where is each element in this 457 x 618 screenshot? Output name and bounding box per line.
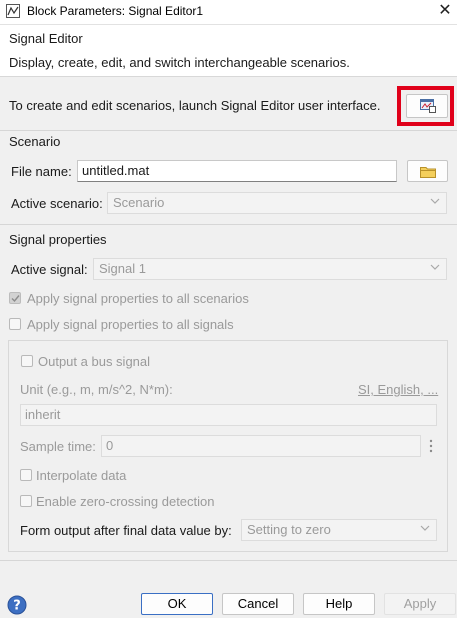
cancel-button[interactable]: Cancel [222,593,294,615]
chevron-down-icon [430,264,440,270]
browse-file-button[interactable] [407,160,448,182]
active-signal-label: Active signal: [11,262,88,277]
apply-all-scenarios-label: Apply signal properties to all scenarios [27,291,249,306]
scenario-section-title: Scenario [9,134,61,149]
window-title: Block Parameters: Signal Editor1 [27,4,204,18]
active-scenario-dropdown[interactable]: Scenario [107,192,447,214]
zero-crossing-label: Enable zero-crossing detection [36,494,215,509]
svg-text:?: ? [13,599,21,614]
checkmark-icon [11,295,20,303]
interpolate-checkbox[interactable] [20,469,32,481]
apply-all-signals-checkbox[interactable] [9,318,21,330]
zero-crossing-checkbox[interactable] [20,495,32,507]
file-name-label: File name: [11,164,72,179]
form-output-dropdown[interactable]: Setting to zero [241,519,437,541]
close-icon[interactable]: ✕ [436,2,454,20]
unit-input[interactable]: inherit [20,404,437,426]
unit-system-link[interactable]: SI, English, ... [358,382,438,397]
apply-all-signals-label: Apply signal properties to all signals [27,317,234,332]
help-button[interactable]: Help [303,593,375,615]
apply-button[interactable]: Apply [384,593,456,615]
form-output-value: Setting to zero [247,522,331,537]
chevron-down-icon [430,198,440,204]
simulink-block-icon [6,4,20,18]
active-signal-value: Signal 1 [99,261,146,276]
title-bar: Block Parameters: Signal Editor1 ✕ [0,0,457,24]
divider [0,560,457,561]
sample-time-input[interactable]: 0 [101,435,421,457]
folder-icon [420,167,436,178]
apply-all-scenarios-checkbox[interactable] [9,292,21,304]
block-description-panel: Signal Editor Display, create, edit, and… [0,24,457,77]
block-name-heading: Signal Editor [9,31,83,46]
output-bus-checkbox[interactable] [21,355,33,367]
more-options-icon[interactable] [427,437,435,455]
help-icon[interactable]: ? [7,595,27,615]
divider [0,224,457,225]
unit-label: Unit (e.g., m, m/s^2, N*m): [20,382,173,397]
sample-time-label: Sample time: [20,439,96,454]
signal-editor-launch-icon [420,99,436,113]
active-scenario-value: Scenario [113,195,165,210]
ok-button[interactable]: OK [141,593,213,615]
signal-properties-section-title: Signal properties [9,232,107,247]
block-description-text: Display, create, edit, and switch interc… [9,55,350,70]
launch-instructions: To create and edit scenarios, launch Sig… [9,98,381,113]
active-signal-dropdown[interactable]: Signal 1 [93,258,447,280]
interpolate-label: Interpolate data [36,468,127,483]
chevron-down-icon [420,525,430,531]
output-bus-label: Output a bus signal [38,354,151,369]
active-scenario-label: Active scenario: [11,196,103,211]
form-output-label: Form output after final data value by: [20,523,232,538]
file-name-input[interactable]: untitled.mat [77,160,397,182]
divider [0,130,457,131]
launch-signal-editor-button[interactable] [406,94,448,118]
